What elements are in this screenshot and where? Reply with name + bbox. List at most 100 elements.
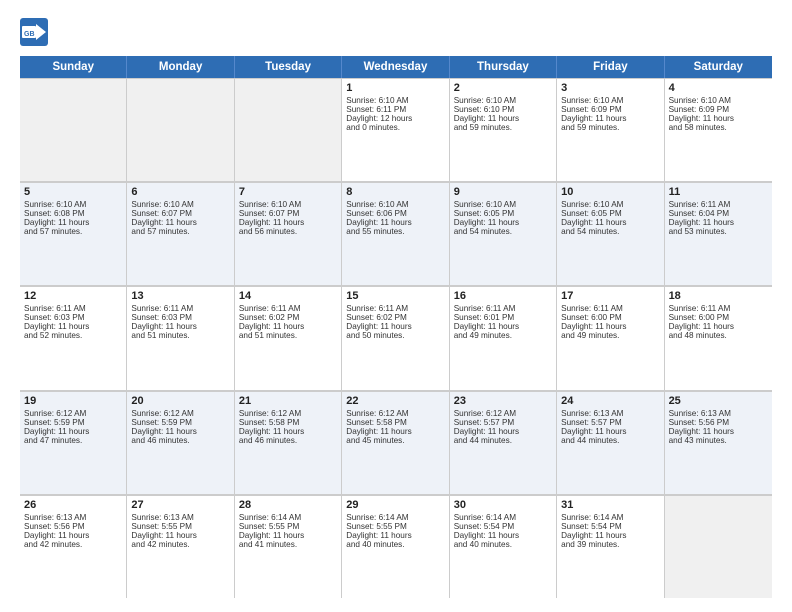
calendar-cell: 22Sunrise: 6:12 AMSunset: 5:58 PMDayligh…: [342, 392, 449, 494]
day-info: and 59 minutes.: [454, 123, 552, 132]
day-info: Daylight: 11 hours: [239, 427, 337, 436]
day-info: Sunset: 6:04 PM: [669, 209, 768, 218]
day-info: Sunset: 6:08 PM: [24, 209, 122, 218]
day-number: 27: [131, 499, 229, 511]
calendar-cell: 25Sunrise: 6:13 AMSunset: 5:56 PMDayligh…: [665, 392, 772, 494]
day-info: Sunrise: 6:12 AM: [239, 409, 337, 418]
day-info: Sunrise: 6:10 AM: [24, 200, 122, 209]
calendar-cell: 9Sunrise: 6:10 AMSunset: 6:05 PMDaylight…: [450, 183, 557, 285]
day-info: Daylight: 11 hours: [669, 322, 768, 331]
day-info: and 40 minutes.: [346, 540, 444, 549]
day-number: 5: [24, 186, 122, 198]
calendar-cell: 14Sunrise: 6:11 AMSunset: 6:02 PMDayligh…: [235, 287, 342, 389]
day-info: Sunset: 5:56 PM: [669, 418, 768, 427]
calendar-week-5: 26Sunrise: 6:13 AMSunset: 5:56 PMDayligh…: [20, 495, 772, 598]
day-info: Sunrise: 6:13 AM: [669, 409, 768, 418]
calendar-week-2: 5Sunrise: 6:10 AMSunset: 6:08 PMDaylight…: [20, 182, 772, 286]
day-info: Daylight: 11 hours: [131, 218, 229, 227]
day-info: Sunset: 6:09 PM: [669, 105, 768, 114]
day-info: Sunrise: 6:10 AM: [669, 96, 768, 105]
day-info: and 46 minutes.: [131, 436, 229, 445]
day-number: 19: [24, 395, 122, 407]
day-info: and 49 minutes.: [454, 331, 552, 340]
day-number: 23: [454, 395, 552, 407]
day-info: Sunset: 6:02 PM: [239, 313, 337, 322]
day-info: Sunset: 6:05 PM: [561, 209, 659, 218]
weekday-header-tuesday: Tuesday: [235, 56, 342, 78]
day-number: 8: [346, 186, 444, 198]
day-info: Sunrise: 6:11 AM: [131, 304, 229, 313]
day-number: 6: [131, 186, 229, 198]
day-info: Sunrise: 6:11 AM: [346, 304, 444, 313]
header: GB: [20, 18, 772, 46]
day-info: Sunrise: 6:12 AM: [454, 409, 552, 418]
calendar-cell: 27 Sunrise: 6:13 AMSunset: 5:55 PMDayligh…: [127, 496, 234, 598]
day-info: Sunset: 5:55 PM: [131, 522, 229, 531]
calendar-cell: 16Sunrise: 6:11 AMSunset: 6:01 PMDayligh…: [450, 287, 557, 389]
day-info: Sunset: 5:59 PM: [24, 418, 122, 427]
day-info: Sunrise: 6:10 AM: [131, 200, 229, 209]
day-number: 4: [669, 82, 768, 94]
day-info: and 57 minutes.: [24, 227, 122, 236]
day-number: 24: [561, 395, 659, 407]
calendar-cell: 2Sunrise: 6:10 AMSunset: 6:10 PMDaylight…: [450, 79, 557, 181]
day-info: and 55 minutes.: [346, 227, 444, 236]
calendar-cell: [20, 79, 127, 181]
day-info: Daylight: 11 hours: [561, 218, 659, 227]
day-number: 14: [239, 290, 337, 302]
day-number: 26: [24, 499, 122, 511]
day-info: Sunset: 5:57 PM: [561, 418, 659, 427]
day-number: 22: [346, 395, 444, 407]
day-info: and 51 minutes.: [131, 331, 229, 340]
day-number: 10: [561, 186, 659, 198]
day-number: 16: [454, 290, 552, 302]
calendar-cell: 10Sunrise: 6:10 AMSunset: 6:05 PMDayligh…: [557, 183, 664, 285]
day-number: 1: [346, 82, 444, 94]
day-info: Sunset: 6:03 PM: [24, 313, 122, 322]
day-info: and 39 minutes.: [561, 540, 659, 549]
logo: GB: [20, 18, 52, 46]
calendar-cell: 30Sunrise: 6:14 AMSunset: 5:54 PMDayligh…: [450, 496, 557, 598]
day-info: and 42 minutes.: [24, 540, 122, 549]
weekday-header-saturday: Saturday: [665, 56, 772, 78]
day-info: Daylight: 11 hours: [561, 322, 659, 331]
day-info: and 43 minutes.: [669, 436, 768, 445]
calendar-cell: 28Sunrise: 6:14 AMSunset: 5:55 PMDayligh…: [235, 496, 342, 598]
calendar-cell: 20Sunrise: 6:12 AMSunset: 5:59 PMDayligh…: [127, 392, 234, 494]
calendar-cell: 21Sunrise: 6:12 AMSunset: 5:58 PMDayligh…: [235, 392, 342, 494]
day-info: Daylight: 11 hours: [454, 322, 552, 331]
day-info: and 0 minutes.: [346, 123, 444, 132]
day-info: Sunset: 5:54 PM: [454, 522, 552, 531]
day-info: Sunrise: 6:13 AM: [131, 513, 229, 522]
day-info: Daylight: 11 hours: [131, 531, 229, 540]
day-info: Sunrise: 6:11 AM: [669, 200, 768, 209]
day-info: and 41 minutes.: [239, 540, 337, 549]
calendar-header: SundayMondayTuesdayWednesdayThursdayFrid…: [20, 56, 772, 78]
day-info: Daylight: 11 hours: [669, 218, 768, 227]
day-info: Sunset: 5:55 PM: [346, 522, 444, 531]
day-number: 12: [24, 290, 122, 302]
day-info: Daylight: 11 hours: [24, 218, 122, 227]
day-info: Sunset: 5:55 PM: [239, 522, 337, 531]
calendar-cell: 8Sunrise: 6:10 AMSunset: 6:06 PMDaylight…: [342, 183, 449, 285]
day-info: and 57 minutes.: [131, 227, 229, 236]
day-info: and 49 minutes.: [561, 331, 659, 340]
day-info: Daylight: 11 hours: [454, 218, 552, 227]
weekday-header-thursday: Thursday: [450, 56, 557, 78]
day-info: and 50 minutes.: [346, 331, 444, 340]
day-number: 29: [346, 499, 444, 511]
calendar-cell: 7Sunrise: 6:10 AMSunset: 6:07 PMDaylight…: [235, 183, 342, 285]
day-info: Daylight: 11 hours: [239, 531, 337, 540]
day-info: Daylight: 11 hours: [24, 531, 122, 540]
day-number: 20: [131, 395, 229, 407]
day-number: 18: [669, 290, 768, 302]
calendar-cell: 24Sunrise: 6:13 AMSunset: 5:57 PMDayligh…: [557, 392, 664, 494]
day-info: Sunset: 5:58 PM: [346, 418, 444, 427]
day-info: and 47 minutes.: [24, 436, 122, 445]
day-info: Daylight: 11 hours: [346, 531, 444, 540]
weekday-header-sunday: Sunday: [20, 56, 127, 78]
page: GB SundayMondayTuesdayWednesdayThursdayF…: [0, 0, 792, 612]
svg-text:GB: GB: [24, 31, 35, 38]
day-info: Sunrise: 6:10 AM: [454, 200, 552, 209]
calendar-cell: [665, 496, 772, 598]
